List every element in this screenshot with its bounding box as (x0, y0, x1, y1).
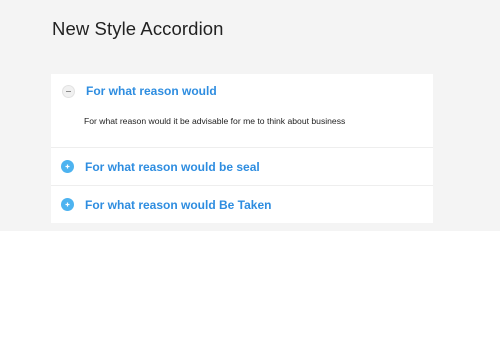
accordion-header-2[interactable]: For what reason would be seal (51, 148, 433, 185)
page: New Style Accordion For what reason woul… (0, 0, 500, 356)
plus-icon[interactable] (61, 160, 74, 173)
minus-icon[interactable] (62, 84, 75, 98)
accordion-title-1[interactable]: For what reason would (86, 84, 217, 98)
accordion-item: For what reason would be seal (51, 148, 433, 186)
accordion-title-2[interactable]: For what reason would be seal (85, 160, 260, 174)
page-title: New Style Accordion (52, 18, 224, 39)
accordion-content-1: For what reason would it be advisable fo… (84, 116, 346, 126)
accordion-header-1[interactable]: For what reason would (51, 74, 433, 108)
accordion-item: For what reason would Be Taken (51, 186, 433, 223)
accordion-title-3[interactable]: For what reason would Be Taken (85, 198, 271, 212)
accordion: For what reason would For what reason wo… (51, 74, 433, 223)
accordion-header-3[interactable]: For what reason would Be Taken (51, 186, 433, 223)
accordion-item: For what reason would For what reason wo… (51, 74, 433, 148)
plus-icon[interactable] (61, 198, 74, 211)
